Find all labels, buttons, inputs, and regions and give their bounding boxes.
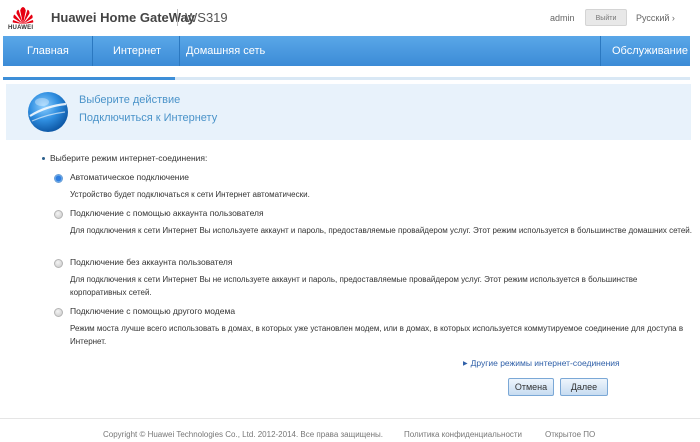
footer-divider [0, 418, 700, 419]
option-description: Для подключения к сети Интернет Вы не ис… [70, 275, 638, 297]
option-title: Подключение с помощью другого модема [70, 306, 236, 316]
other-modes-label: Другие режимы интернет-соединения [470, 358, 620, 368]
nav-item-maintenance[interactable]: Обслуживание [612, 36, 688, 66]
radio-button[interactable] [54, 174, 63, 183]
option-description: Устройство будет подключаться к сети Инт… [70, 190, 310, 199]
radio-button[interactable] [54, 210, 63, 219]
language-selector[interactable]: Русский › [636, 13, 675, 23]
nav-divider [600, 36, 601, 66]
option-title: Подключение с помощью аккаунта пользоват… [70, 208, 264, 218]
nav-item-home-network[interactable]: Домашняя сеть [186, 36, 265, 66]
radio-button[interactable] [54, 308, 63, 317]
brand-title: Huawei Home GateWay [51, 10, 196, 25]
connection-mode-prompt: Выберите режим интернет-соединения: [42, 153, 207, 163]
model-name: WS319 [185, 10, 228, 25]
wizard-step-title: Выберите действие [79, 94, 181, 106]
other-modes-link[interactable]: ▶ Другие режимы интернет-соединения [463, 358, 620, 368]
brand-divider [177, 9, 178, 26]
username: admin [550, 13, 575, 23]
nav-item-home[interactable]: Главная [27, 36, 69, 66]
nav-divider [179, 36, 180, 66]
footer-copyright: Copyright © Huawei Technologies Co., Ltd… [103, 430, 383, 439]
footer-open-source-link[interactable]: Открытое ПО [545, 430, 595, 439]
chevron-right-icon: ▶ [463, 361, 468, 367]
wizard-progress [3, 77, 690, 80]
footer-privacy-link[interactable]: Политика конфиденциальности [404, 430, 522, 439]
prompt-label: Выберите режим интернет-соединения: [50, 153, 208, 163]
wizard-progress-fill [3, 77, 175, 80]
logo-text: HUAWEI [8, 25, 34, 31]
nav-divider [92, 36, 93, 66]
cancel-button[interactable]: Отмена [508, 378, 554, 396]
main-nav: Главная Интернет Домашняя сеть Обслужива… [3, 36, 690, 66]
wizard-step-subtitle: Подключиться к Интернету [79, 112, 218, 124]
globe-icon [28, 92, 68, 132]
header: HUAWEI Huawei Home GateWay WS319 admin В… [0, 0, 700, 36]
option-description: Для подключения к сети Интернет Вы испол… [70, 226, 692, 235]
option-title: Подключение без аккаунта пользователя [70, 257, 233, 267]
logout-button[interactable]: Выйти [585, 9, 627, 26]
bullet-icon [42, 157, 45, 161]
wizard-banner: Выберите действие Подключиться к Интерне… [6, 84, 691, 140]
option-title: Автоматическое подключение [70, 172, 189, 182]
option-description: Режим моста лучше всего использовать в д… [70, 324, 684, 346]
next-button[interactable]: Далее [560, 378, 608, 396]
nav-item-internet[interactable]: Интернет [113, 36, 161, 66]
radio-button[interactable] [54, 259, 63, 268]
